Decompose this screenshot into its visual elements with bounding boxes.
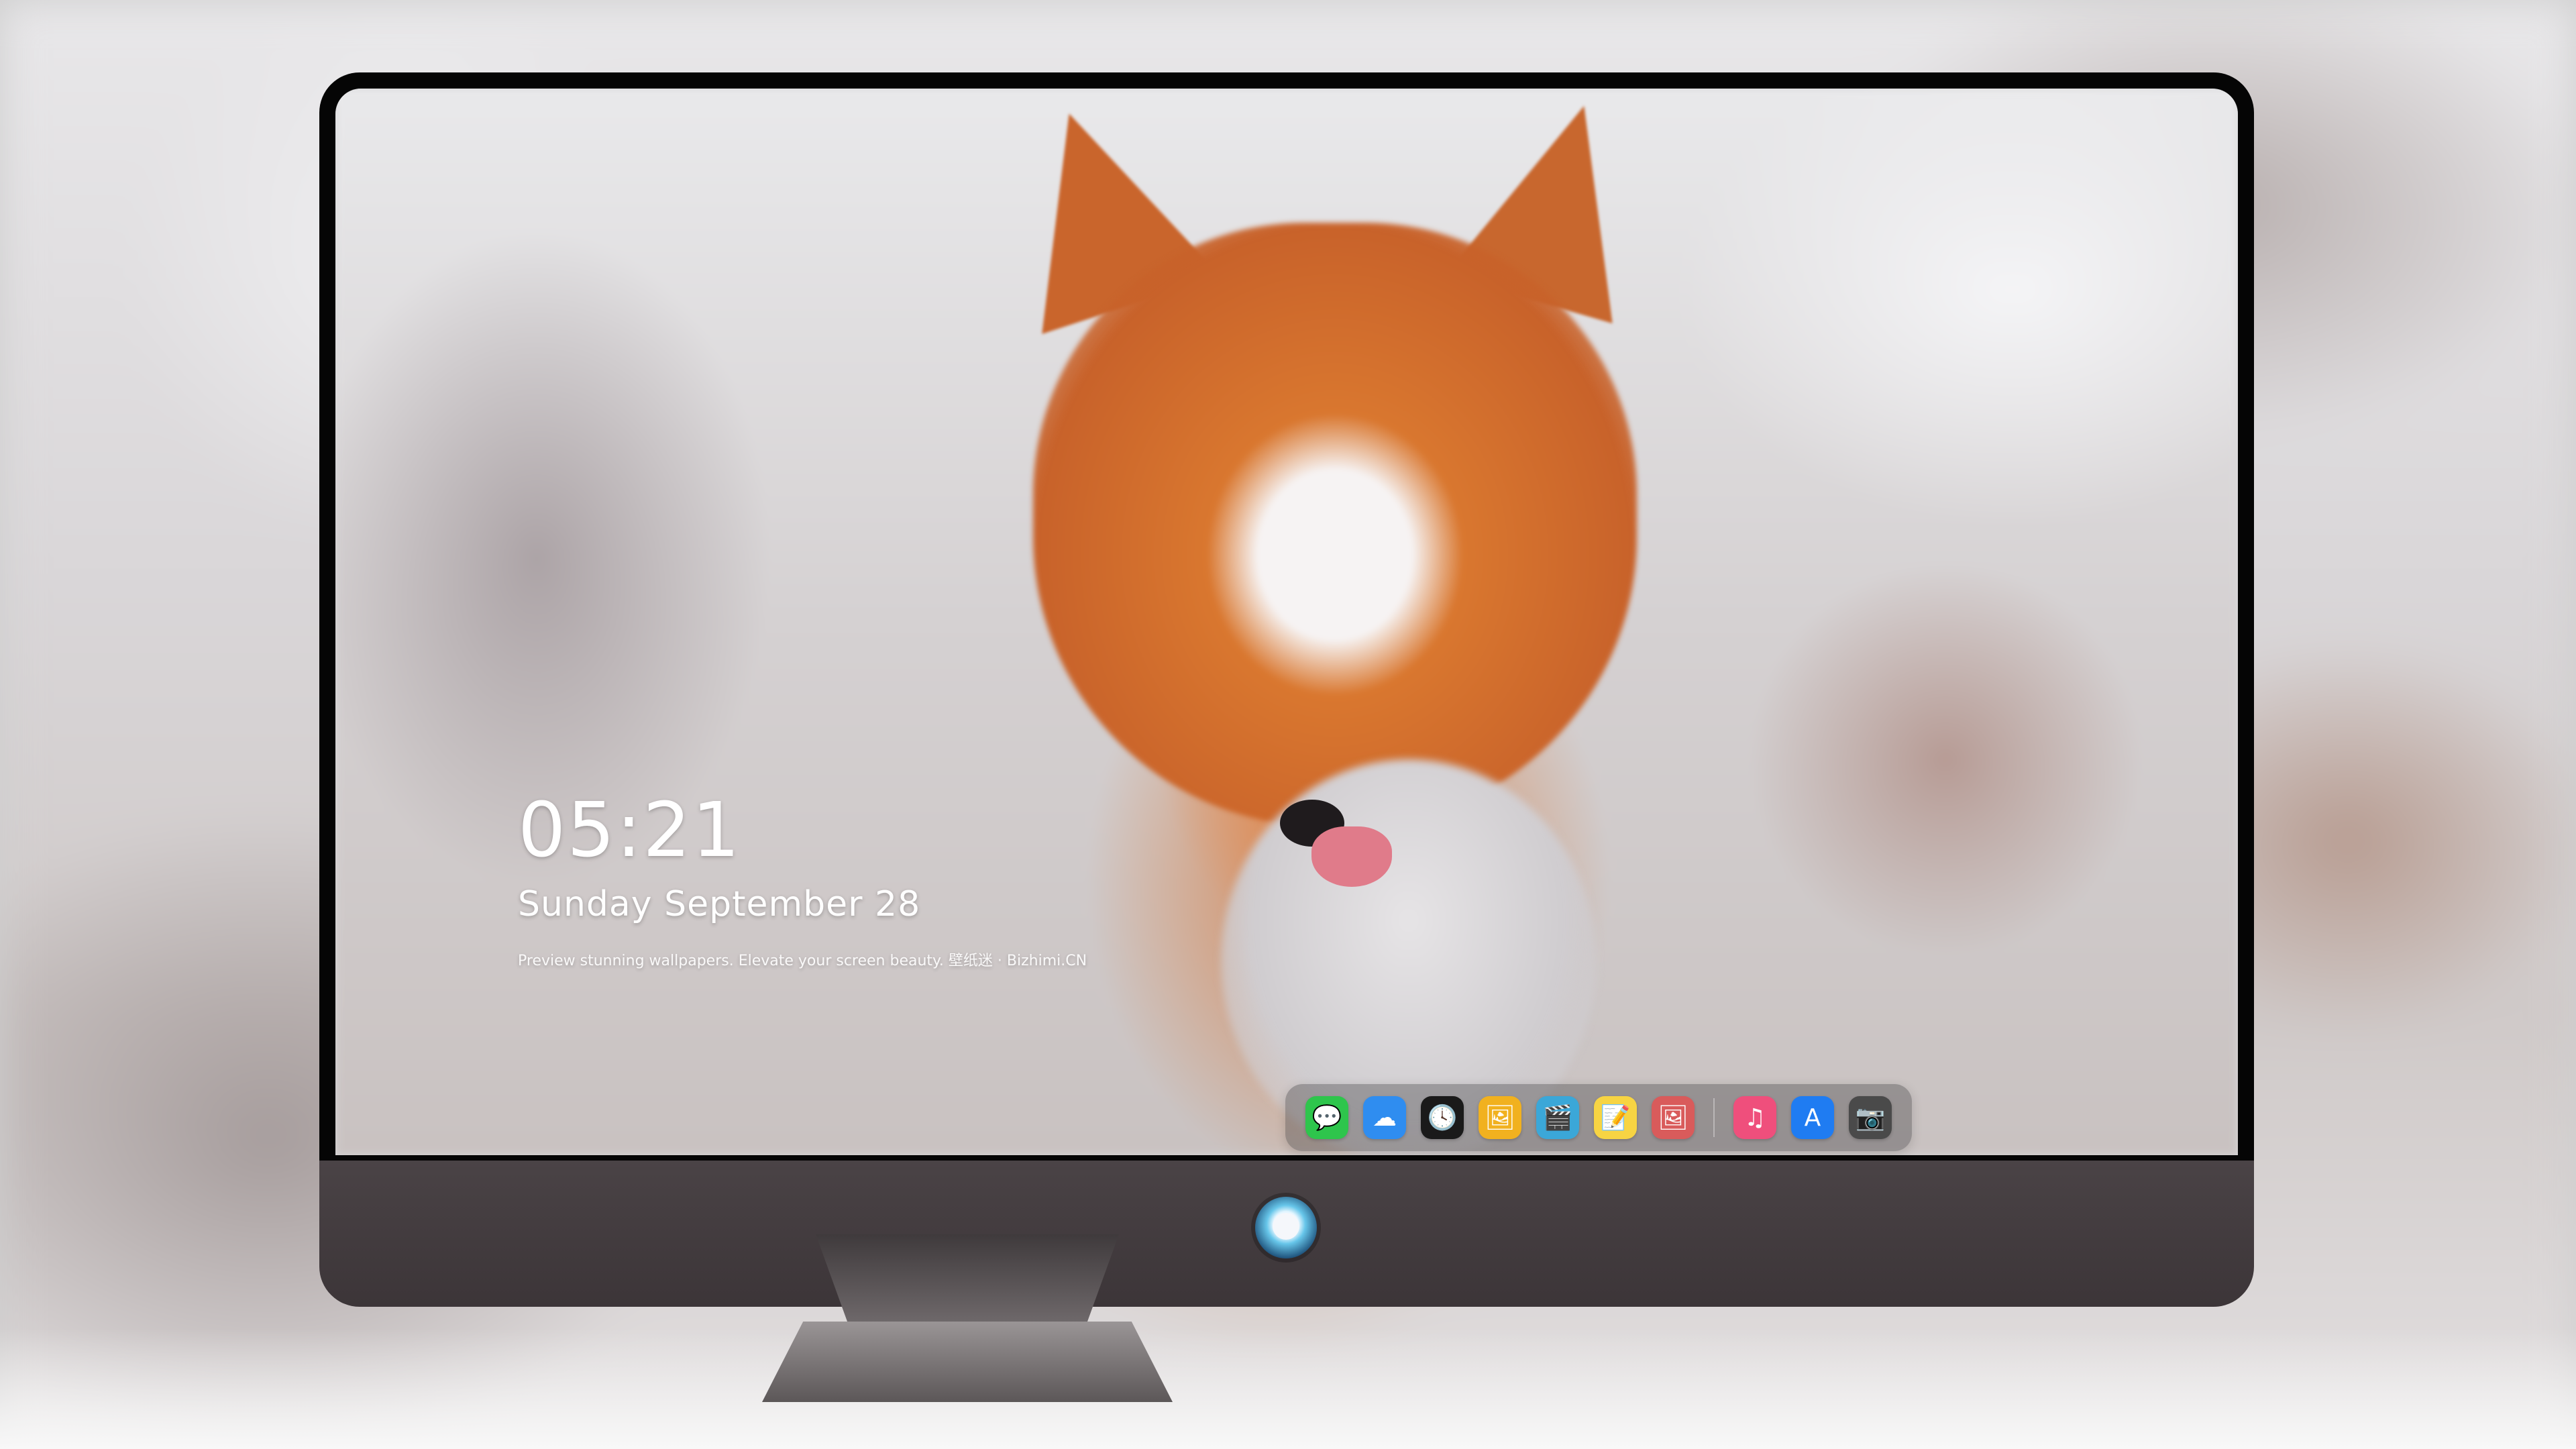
weather-icon[interactable]: ☁ — [1363, 1096, 1406, 1139]
notes-icon[interactable]: 📝 — [1594, 1096, 1637, 1139]
photo-booth-icon[interactable]: 🖼 — [1652, 1096, 1695, 1139]
monitor: 05:21 Sunday September 28 Preview stunni… — [319, 72, 2254, 1307]
monitor-bezel: 05:21 Sunday September 28 Preview stunni… — [319, 72, 2254, 1161]
wallpaper-tagline: Preview stunning wallpapers. Elevate you… — [518, 953, 1087, 969]
clock-icon[interactable]: 🕓 — [1421, 1096, 1464, 1139]
background-floor — [0, 1328, 2576, 1449]
monitor-stand — [762, 1234, 1173, 1449]
music-icon[interactable]: ♫ — [1733, 1096, 1776, 1139]
dock-separator — [1713, 1098, 1715, 1137]
lock-screen-info: 05:21 Sunday September 28 Preview stunni… — [518, 793, 1087, 970]
stand-neck — [816, 1234, 1119, 1335]
brand-logo-icon — [1255, 1197, 1317, 1258]
preview-icon[interactable]: 🖼 — [1479, 1096, 1521, 1139]
stand-base — [762, 1322, 1173, 1402]
fox-head — [1033, 223, 1637, 826]
logo-face — [1273, 1213, 1299, 1240]
desktop-scene: 05:21 Sunday September 28 Preview stunni… — [0, 0, 2576, 1449]
dock: 💬 ☁ 🕓 🖼 🎬 📝 🖼 ♫ A 📷 — [1285, 1084, 1912, 1151]
fox-tongue — [1311, 826, 1392, 887]
monitor-screen: 05:21 Sunday September 28 Preview stunni… — [335, 89, 2238, 1155]
clips-icon[interactable]: 🎬 — [1536, 1096, 1579, 1139]
app-store-icon[interactable]: A — [1791, 1096, 1834, 1139]
messages-icon[interactable]: 💬 — [1305, 1096, 1348, 1139]
clock-time: 05:21 — [518, 787, 741, 874]
monitor-chin — [319, 1161, 2254, 1307]
camera-icon[interactable]: 📷 — [1849, 1096, 1892, 1139]
clock-date: Sunday September 28 — [518, 884, 921, 924]
